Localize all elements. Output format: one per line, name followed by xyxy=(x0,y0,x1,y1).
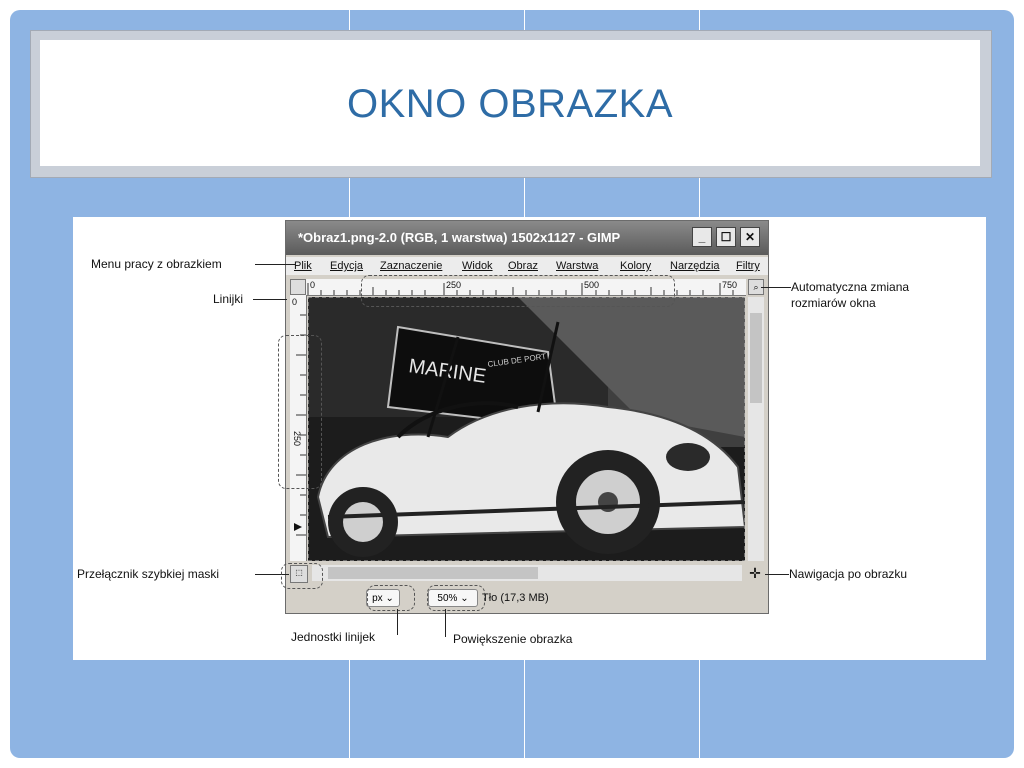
ruler-label: 750 xyxy=(722,280,738,290)
ruler-label: 0 xyxy=(310,280,316,290)
ruler-menu-button[interactable] xyxy=(290,279,306,295)
menu-filtry[interactable]: Filtry xyxy=(736,260,760,272)
callout-navigation: Nawigacja po obrazku xyxy=(789,567,908,581)
maximize-button[interactable]: ☐ xyxy=(716,227,736,247)
callout-zoom: Powiększenie obrazka xyxy=(453,632,573,646)
vertical-scroll-thumb[interactable] xyxy=(750,313,762,403)
callout-auto-resize: Automatyczna zmiana rozmiarów okna xyxy=(791,280,910,310)
horizontal-scrollbar[interactable] xyxy=(312,565,742,581)
menu-obraz[interactable]: Obraz xyxy=(508,260,538,272)
menu-narzedzia[interactable]: Narzędzia xyxy=(670,260,720,272)
image-canvas[interactable]: MARINE CLUB DE PORT xyxy=(308,297,745,561)
menu-bar: Plik Edycja Zaznaczenie Widok Obraz Wars… xyxy=(286,257,768,275)
menu-warstwa[interactable]: Warstwa xyxy=(556,260,598,272)
leader-line xyxy=(445,609,446,637)
status-bar: px ⌄ 50% ⌄ Tło (17,3 MB) xyxy=(286,585,768,613)
quick-mask-highlight xyxy=(281,563,323,589)
title-box: OKNO OBRAZKA xyxy=(40,40,980,166)
callout-ruler-units: Jednostki linijek xyxy=(291,630,376,644)
close-button[interactable]: ✕ xyxy=(740,227,760,247)
minimize-button[interactable]: _ xyxy=(692,227,712,247)
callout-quick-mask: Przełącznik szybkiej maski xyxy=(77,567,220,581)
layer-status: Tło (17,3 MB) xyxy=(482,592,549,604)
leader-line xyxy=(765,574,789,575)
window-titlebar[interactable]: *Obraz1.png-2.0 (RGB, 1 warstwa) 1502x11… xyxy=(286,221,768,255)
leader-line xyxy=(255,264,295,265)
menu-kolory[interactable]: Kolory xyxy=(620,260,651,272)
slide-title: OKNO OBRAZKA xyxy=(346,82,674,126)
horizontal-ruler-highlight xyxy=(361,275,675,307)
menu-plik[interactable]: Plik xyxy=(294,260,312,272)
horizontal-scroll-thumb[interactable] xyxy=(328,567,538,579)
menu-edycja[interactable]: Edycja xyxy=(330,260,363,272)
units-highlight xyxy=(367,585,415,611)
screenshot-panel: *Obraz1.png-2.0 (RGB, 1 warstwa) 1502x11… xyxy=(73,217,986,660)
leader-line xyxy=(761,287,791,288)
callout-menu: Menu pracy z obrazkiem xyxy=(91,257,222,271)
navigate-icon[interactable]: ✛ xyxy=(746,565,764,581)
callout-rulers: Linijki xyxy=(213,292,244,306)
zoom-highlight xyxy=(427,585,485,611)
vertical-scrollbar[interactable] xyxy=(748,297,764,561)
window-title: *Obraz1.png-2.0 (RGB, 1 warstwa) 1502x11… xyxy=(298,230,621,245)
vertical-ruler-highlight xyxy=(278,335,322,489)
leader-line xyxy=(397,609,398,635)
leader-line xyxy=(253,299,287,300)
menu-widok[interactable]: Widok xyxy=(462,260,493,272)
menu-zaznaczenie[interactable]: Zaznaczenie xyxy=(380,260,442,272)
car-photo: MARINE CLUB DE PORT xyxy=(308,297,745,561)
